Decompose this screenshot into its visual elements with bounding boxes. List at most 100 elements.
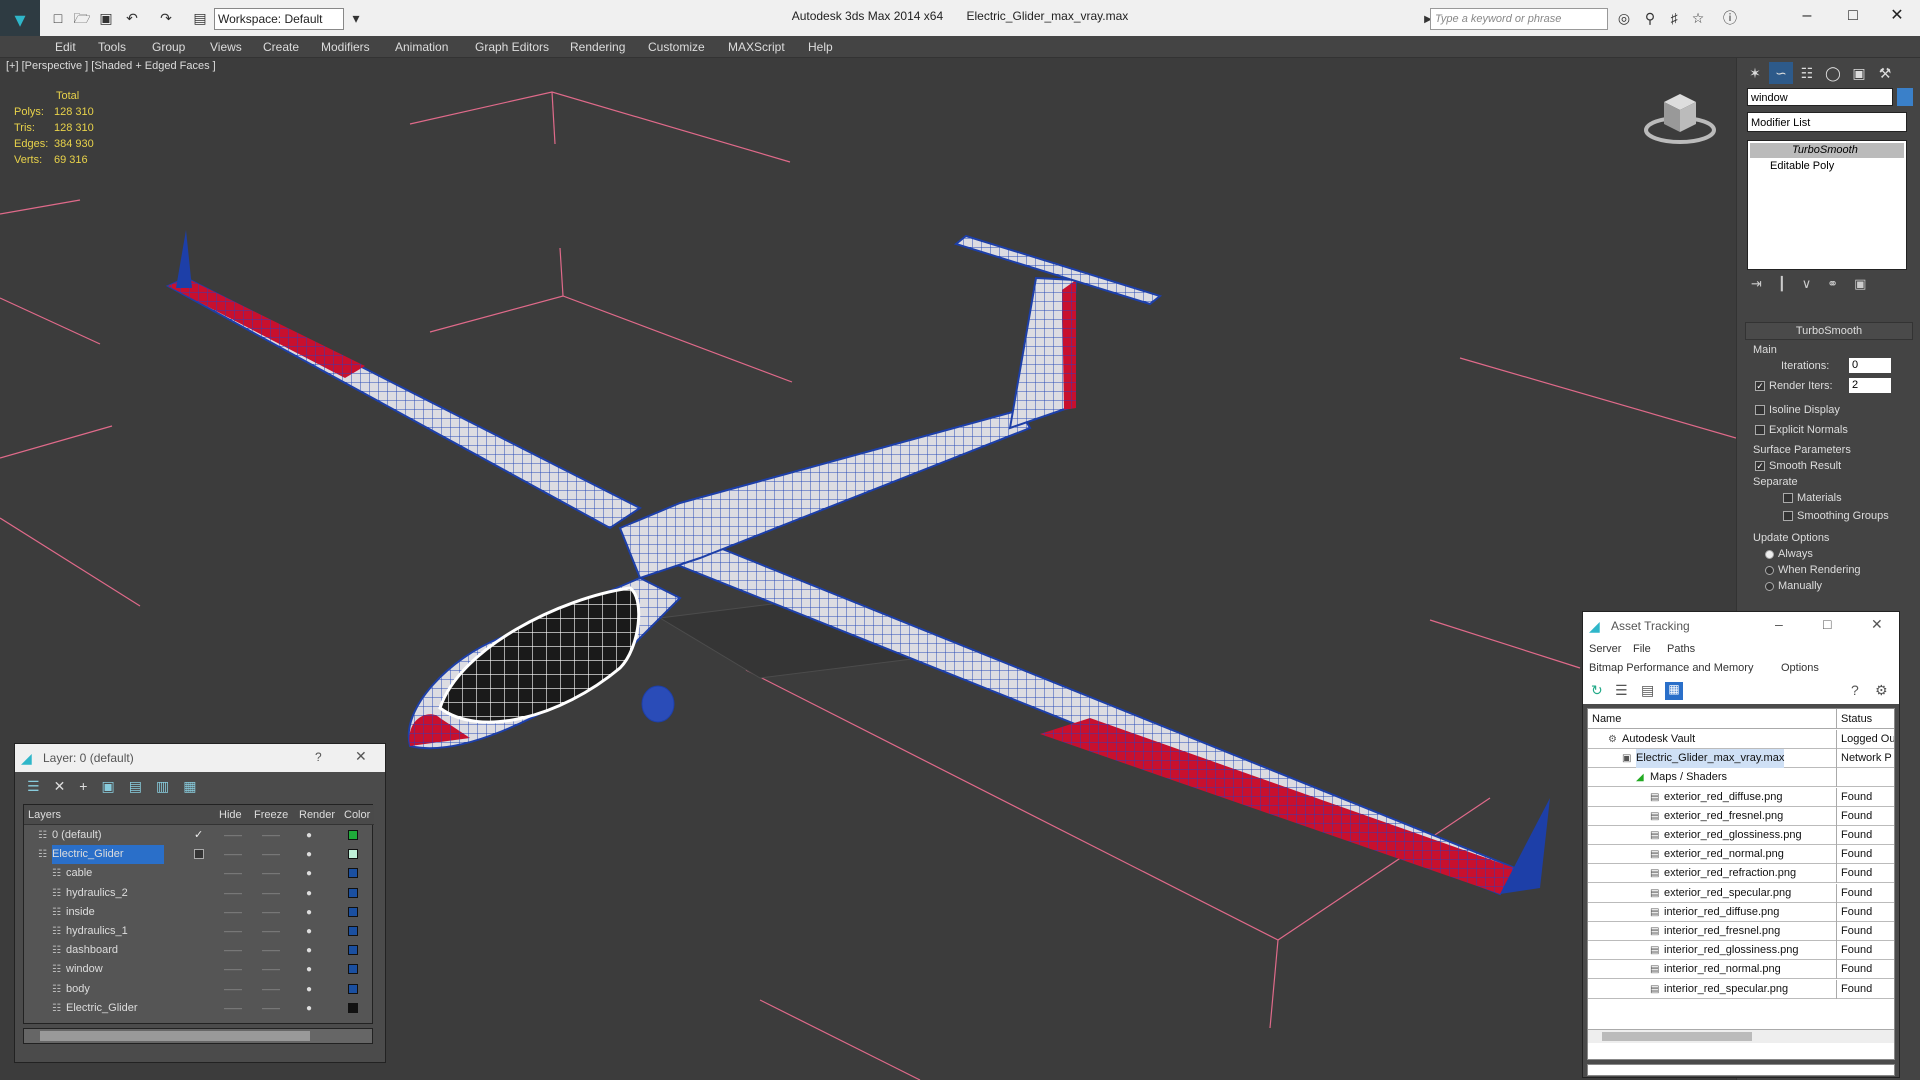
asset-row[interactable]: ▤ exterior_red_specular.png Found bbox=[1588, 883, 1894, 903]
refresh-icon[interactable]: ↻ bbox=[1591, 682, 1603, 699]
layer-name[interactable]: dashboard bbox=[66, 941, 118, 960]
hide-toggle[interactable]: ―― bbox=[224, 980, 242, 999]
chevron-down-icon[interactable]: ▾ bbox=[346, 8, 366, 28]
app-logo-icon[interactable]: ▾ bbox=[0, 0, 40, 40]
menu-help[interactable]: Help bbox=[808, 36, 833, 58]
close-button[interactable]: ✕ bbox=[1874, 0, 1920, 32]
modifier-list-dropdown[interactable]: Modifier List bbox=[1747, 112, 1907, 132]
viewcube-icon[interactable] bbox=[1640, 84, 1720, 148]
stack-item-turbosmooth[interactable]: TurboSmooth bbox=[1750, 143, 1904, 158]
open-file-icon[interactable]: 🗁 bbox=[72, 8, 92, 28]
layer-row[interactable]: ☷ hydraulics_2 ―― ―― ● bbox=[24, 884, 374, 903]
help-icon[interactable]: ⓘ bbox=[1720, 8, 1740, 28]
favorites-star-icon[interactable]: ☆ bbox=[1688, 8, 1708, 28]
modify-tab-icon[interactable]: ∽ bbox=[1769, 62, 1793, 84]
asset-name[interactable]: interior_red_normal.png bbox=[1664, 960, 1781, 979]
layer-color-swatch[interactable] bbox=[348, 926, 358, 936]
asset-row[interactable]: ⚙ Autodesk Vault Logged Ou bbox=[1588, 730, 1894, 749]
col-name[interactable]: Name bbox=[1592, 709, 1621, 729]
layer-name[interactable]: window bbox=[66, 960, 103, 979]
asset-name[interactable]: exterior_red_refraction.png bbox=[1664, 864, 1796, 883]
layer-name[interactable]: inside bbox=[66, 903, 95, 922]
col-layers[interactable]: Layers bbox=[28, 805, 61, 825]
asset-row[interactable]: ▤ exterior_red_normal.png Found bbox=[1588, 845, 1894, 865]
asset-row[interactable]: ▤ exterior_red_fresnel.png Found bbox=[1588, 806, 1894, 826]
render-teapot-icon[interactable]: ● bbox=[306, 826, 312, 845]
menu-edit[interactable]: Edit bbox=[55, 36, 76, 58]
render-teapot-icon[interactable]: ● bbox=[306, 999, 312, 1018]
layer-color-swatch[interactable] bbox=[348, 964, 358, 975]
freeze-toggle[interactable]: ―― bbox=[262, 884, 280, 903]
motion-tab-icon[interactable]: ◯ bbox=[1821, 62, 1845, 84]
materials-checkbox[interactable]: Materials bbox=[1783, 492, 1842, 504]
asset-menu-file[interactable]: File bbox=[1633, 643, 1651, 655]
project-folder-icon[interactable]: ▤ bbox=[190, 8, 210, 28]
object-name-field[interactable]: window bbox=[1747, 88, 1893, 106]
asset-row[interactable]: ◢ Maps / Shaders bbox=[1588, 768, 1894, 788]
asset-name[interactable]: interior_red_fresnel.png bbox=[1664, 922, 1780, 941]
object-color-swatch[interactable] bbox=[1897, 88, 1913, 106]
col-status[interactable]: Status bbox=[1836, 709, 1872, 729]
table-view-icon[interactable]: ▦ bbox=[1665, 682, 1683, 700]
redo-icon[interactable]: ↷ bbox=[156, 8, 176, 28]
asset-name[interactable]: exterior_red_specular.png bbox=[1664, 884, 1791, 903]
minimize-button[interactable]: – bbox=[1784, 0, 1830, 32]
create-tab-icon[interactable]: ✶ bbox=[1743, 62, 1767, 84]
asset-horizontal-scrollbar[interactable] bbox=[1588, 1029, 1894, 1043]
layer-name[interactable]: cable bbox=[66, 864, 92, 883]
menu-graph-editors[interactable]: Graph Editors bbox=[475, 36, 549, 58]
iterations-spinner[interactable]: 0 bbox=[1849, 358, 1891, 373]
explicit-normals-checkbox[interactable]: Explicit Normals bbox=[1755, 424, 1848, 436]
asset-menu-bitmap[interactable]: Bitmap Performance and Memory bbox=[1589, 662, 1753, 674]
layer-color-swatch[interactable] bbox=[348, 849, 358, 860]
display-tab-icon[interactable]: ▣ bbox=[1847, 62, 1871, 84]
asset-name[interactable]: Maps / Shaders bbox=[1650, 768, 1727, 787]
search-input[interactable]: Type a keyword or phrase bbox=[1430, 8, 1608, 30]
hide-toggle[interactable]: ―― bbox=[224, 922, 242, 941]
viewport-label[interactable]: [+] [Perspective ] [Shaded + Edged Faces… bbox=[6, 60, 216, 72]
render-teapot-icon[interactable]: ● bbox=[306, 884, 312, 903]
render-teapot-icon[interactable]: ● bbox=[306, 922, 312, 941]
layer-row[interactable]: ☷ Electric_Glider ―― ―― ● bbox=[24, 845, 374, 865]
layer-name[interactable]: 0 (default) bbox=[52, 826, 102, 845]
asset-row[interactable]: ▤ interior_red_normal.png Found bbox=[1588, 960, 1894, 980]
render-teapot-icon[interactable]: ● bbox=[306, 941, 312, 960]
list-view-icon[interactable]: ☰ bbox=[1615, 682, 1628, 699]
col-color[interactable]: Color bbox=[344, 805, 370, 825]
asset-minimize-button[interactable]: – bbox=[1775, 616, 1783, 632]
hide-toggle[interactable]: ―― bbox=[224, 845, 242, 864]
freeze-toggle[interactable]: ―― bbox=[262, 960, 280, 979]
details-view-icon[interactable]: ▤ bbox=[1641, 682, 1654, 699]
asset-row[interactable]: ▤ exterior_red_refraction.png Found bbox=[1588, 864, 1894, 884]
freeze-toggle[interactable]: ―― bbox=[262, 980, 280, 999]
freeze-toggle[interactable]: ―― bbox=[262, 941, 280, 960]
render-teapot-icon[interactable]: ● bbox=[306, 980, 312, 999]
layer-name[interactable]: Electric_Glider bbox=[52, 845, 164, 865]
menu-group[interactable]: Group bbox=[152, 36, 185, 58]
asset-help-icon[interactable]: ? bbox=[1851, 682, 1859, 698]
asset-row[interactable]: ▤ interior_red_fresnel.png Found bbox=[1588, 922, 1894, 941]
asset-menu-server[interactable]: Server bbox=[1589, 643, 1621, 655]
asset-name[interactable]: interior_red_specular.png bbox=[1664, 980, 1788, 999]
col-freeze[interactable]: Freeze bbox=[254, 805, 288, 825]
communication-icon[interactable]: ♯ bbox=[1664, 8, 1684, 28]
asset-menu-options[interactable]: Options bbox=[1781, 662, 1819, 674]
layer-row[interactable]: ☷ hydraulics_1 ―― ―― ● bbox=[24, 922, 374, 941]
asset-row[interactable]: ▤ exterior_red_glossiness.png Found bbox=[1588, 826, 1894, 845]
new-file-icon[interactable]: □ bbox=[48, 8, 68, 28]
layer-name[interactable]: body bbox=[66, 980, 90, 999]
asset-name[interactable]: exterior_red_diffuse.png bbox=[1664, 788, 1782, 807]
layer-help-button[interactable]: ? bbox=[315, 750, 322, 764]
menu-tools[interactable]: Tools bbox=[98, 36, 126, 58]
menu-rendering[interactable]: Rendering bbox=[570, 36, 625, 58]
menu-customize[interactable]: Customize bbox=[648, 36, 705, 58]
freeze-toggle[interactable]: ―― bbox=[262, 903, 280, 922]
layer-name[interactable]: Electric_Glider bbox=[66, 999, 138, 1018]
freeze-toggle[interactable]: ―― bbox=[262, 864, 280, 883]
scrollbar-thumb[interactable] bbox=[40, 1031, 310, 1041]
menu-maxscript[interactable]: MAXScript bbox=[728, 36, 785, 58]
col-hide[interactable]: Hide bbox=[219, 805, 242, 825]
asset-row[interactable]: ▤ interior_red_glossiness.png Found bbox=[1588, 941, 1894, 961]
layer-horizontal-scrollbar[interactable] bbox=[23, 1028, 373, 1044]
layer-color-swatch[interactable] bbox=[348, 830, 358, 840]
